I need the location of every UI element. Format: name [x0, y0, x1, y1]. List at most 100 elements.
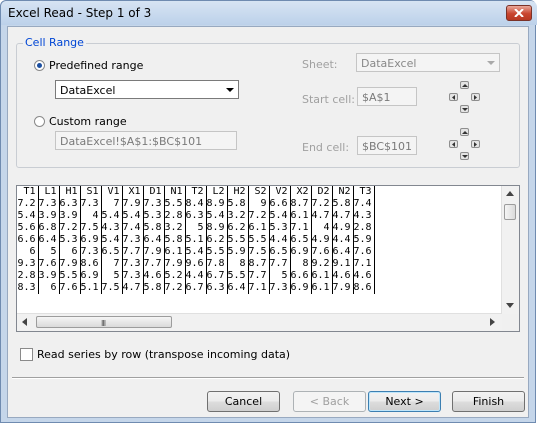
table-cell: 6.9: [290, 246, 312, 258]
table-cell: 5.1: [80, 282, 102, 294]
scrollbar-corner: [502, 314, 519, 331]
table-cell: 6.9: [80, 234, 102, 246]
table-cell: 5.4: [122, 210, 144, 222]
predefined-range-label[interactable]: Predefined range: [49, 59, 143, 72]
sheet-value: DataExcel: [361, 57, 417, 70]
arrow-down-icon: [462, 108, 468, 111]
end-cell-right-button[interactable]: [471, 140, 480, 148]
table-cell: 7.3: [80, 246, 102, 258]
table-cell: 7.4: [122, 222, 144, 234]
table-cell: 7.8: [206, 258, 228, 270]
table-cell: 6.5: [101, 246, 123, 258]
table-cell: 9.1: [332, 258, 354, 270]
table-cell: 7.7: [143, 258, 165, 270]
finish-button[interactable]: Finish: [452, 391, 525, 412]
table-cell: 7.3: [269, 282, 291, 294]
table-cell: 6.1: [164, 246, 186, 258]
vertical-scrollbar[interactable]: [501, 186, 519, 314]
table-cell: 8.4: [185, 198, 207, 210]
table-row: 6 5 6 7.3 6.5 7.7 7.9 6.1 5.4 5.5 5.9 7.5 6.5 6.9 7.6 6…: [17, 246, 375, 258]
scroll-down-icon[interactable]: [506, 303, 514, 308]
close-icon: [514, 9, 524, 17]
table-cell: 7.2: [248, 210, 270, 222]
back-button[interactable]: < Back: [293, 391, 366, 412]
header-cell: N2: [332, 186, 354, 198]
start-cell-left-button[interactable]: [449, 93, 458, 101]
vertical-scroll-thumb[interactable]: [504, 204, 516, 220]
table-cell: 6: [59, 246, 81, 258]
table-cell: 9.2: [311, 258, 333, 270]
table-cell: 6.3: [185, 210, 207, 222]
table-cell: 7.3: [122, 234, 144, 246]
horizontal-scrollbar[interactable]: III: [17, 313, 502, 331]
table-row: 2.8 3.9 5.5 6.9 5 7.3 4.6 5.2 4.4 6.7 5.5 7.7 5 6.6 6.…: [17, 270, 375, 282]
table-row: 8.3 6 7.6 5.1 7.5 4.7 5.8 7.2 6.7 6.3 6.4 7.1 7.3 6.9…: [17, 282, 375, 294]
table-cell: 7.9: [122, 198, 144, 210]
custom-range-input[interactable]: DataExcel!$A$1:$BC$101: [55, 131, 237, 150]
start-cell-right-button[interactable]: [471, 93, 480, 101]
table-cell: 4.6: [353, 270, 375, 282]
table-cell: 9: [248, 198, 270, 210]
table-cell: 6.4: [332, 246, 354, 258]
transpose-label[interactable]: Read series by row (transpose incoming d…: [37, 348, 290, 361]
end-cell-left-button[interactable]: [449, 140, 458, 148]
table-cell: 4.4: [269, 234, 291, 246]
table-cell: 8.9: [206, 222, 228, 234]
table-cell: 7.3: [80, 198, 102, 210]
table-cell: 7.2: [17, 198, 39, 210]
scroll-right-icon[interactable]: [490, 318, 495, 326]
table-cell: 3.9: [38, 270, 60, 282]
scroll-up-icon[interactable]: [506, 191, 514, 196]
table-cell: 5.5: [59, 270, 81, 282]
table-cell: 5.3: [59, 234, 81, 246]
table-cell: 3.2: [164, 222, 186, 234]
custom-range-label[interactable]: Custom range: [49, 115, 127, 128]
end-cell-input[interactable]: $BC$101: [357, 136, 417, 155]
data-preview-grid[interactable]: T1 L1 H1 S1 V1 X1 D1 N1 T2 L2 H2 S2 V2 X2 D2 N2 T3 7.2 7.3…: [16, 185, 520, 332]
table-cell: 5.8: [332, 198, 354, 210]
start-cell-up-button[interactable]: [460, 81, 469, 89]
table-cell: 3.2: [227, 210, 249, 222]
header-cell: S1: [80, 186, 102, 198]
table-cell: 7: [101, 198, 123, 210]
arrow-right-icon: [474, 142, 477, 147]
table-row: 9.3 7.6 7.9 8.6 7 7.3 7.7 7.9 9.6 7.8 8 8.7 7.7 8 9.2 9…: [17, 258, 375, 270]
title-bar[interactable]: Excel Read - Step 1 of 3: [1, 1, 537, 25]
header-cell: D2: [311, 186, 333, 198]
header-cell: H1: [59, 186, 81, 198]
sheet-dropdown[interactable]: DataExcel: [356, 53, 500, 72]
end-cell-up-button[interactable]: [460, 128, 469, 136]
table-cell: 7.2: [59, 222, 81, 234]
table-cell: 6.6: [17, 234, 39, 246]
cancel-button[interactable]: Cancel: [207, 391, 280, 412]
scroll-left-icon[interactable]: [22, 318, 27, 326]
table-cell: 4.9: [311, 234, 333, 246]
table-row: 6.6 6.4 5.3 6.9 5.4 7.3 6.4 5.8 5.1 6.2 5.5 5.5 4.4 6…: [17, 234, 375, 246]
table-cell: 5.3: [269, 222, 291, 234]
table-cell: 7.2: [311, 198, 333, 210]
start-cell-down-button[interactable]: [460, 105, 469, 113]
custom-range-radio[interactable]: [34, 116, 45, 127]
start-cell-input[interactable]: $A$1: [357, 87, 417, 106]
table-cell: 4.3: [101, 222, 123, 234]
table-cell: 6.1: [248, 222, 270, 234]
arrow-left-icon: [452, 142, 455, 147]
table-cell: 5.4: [101, 210, 123, 222]
transpose-checkbox[interactable]: [20, 348, 33, 361]
table-cell: 5.5: [206, 246, 228, 258]
predefined-range-dropdown[interactable]: DataExcel: [55, 80, 239, 99]
table-cell: 6.3: [206, 282, 228, 294]
header-cell: H2: [227, 186, 249, 198]
predefined-range-radio[interactable]: [34, 60, 45, 71]
close-button[interactable]: [506, 5, 532, 21]
horizontal-scroll-thumb[interactable]: III: [36, 316, 172, 328]
table-cell: 6: [38, 282, 60, 294]
table-cell: 5: [269, 270, 291, 282]
table-cell: 8.6: [80, 258, 102, 270]
table-cell: 4.6: [332, 270, 354, 282]
end-cell-down-button[interactable]: [460, 152, 469, 160]
arrow-up-icon: [462, 131, 468, 134]
arrow-down-icon: [462, 155, 468, 158]
next-button[interactable]: Next >: [368, 391, 441, 412]
table-cell: 6.4: [143, 234, 165, 246]
